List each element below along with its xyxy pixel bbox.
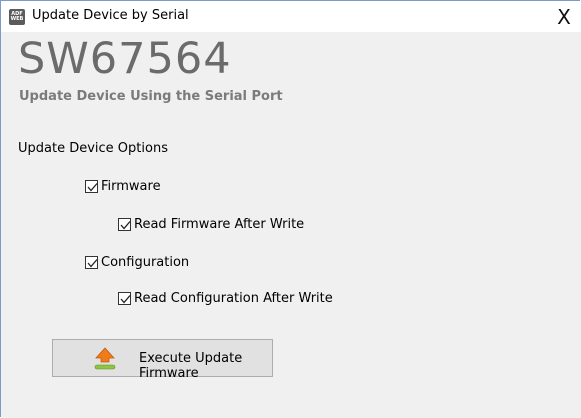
checkmark-icon (120, 294, 131, 303)
option-read-firmware[interactable]: Read Firmware After Write (118, 215, 304, 233)
read-firmware-label: Read Firmware After Write (134, 216, 305, 232)
option-read-configuration[interactable]: Read Configuration After Write (118, 289, 333, 307)
subtitle: Update Device Using the Serial Port (19, 89, 283, 104)
product-code: SW67564 (18, 34, 232, 84)
update-device-window: ADF WEB Update Device by Serial X SW6756… (0, 0, 581, 418)
adfweb-logo-icon: ADF WEB (9, 9, 25, 25)
option-configuration[interactable]: Configuration (85, 253, 189, 271)
execute-update-firmware-button[interactable]: Execute Update Firmware (52, 339, 273, 381)
upload-arrow-icon (94, 347, 116, 370)
read-firmware-checkbox[interactable] (118, 217, 131, 231)
options-group-label: Update Device Options (18, 141, 168, 156)
checkmark-icon (87, 182, 98, 191)
configuration-checkbox[interactable] (85, 255, 98, 269)
read-configuration-label: Read Configuration After Write (134, 290, 333, 306)
title-bar: ADF WEB Update Device by Serial X (1, 1, 581, 32)
execute-button-label[interactable]: Execute Update Firmware (139, 351, 272, 381)
window-title: Update Device by Serial (32, 8, 189, 23)
checkmark-icon (87, 258, 98, 267)
checkmark-icon (120, 220, 131, 229)
close-button[interactable]: X (547, 1, 581, 32)
firmware-checkbox[interactable] (85, 179, 98, 193)
read-configuration-checkbox[interactable] (118, 291, 131, 305)
logo-text-bottom: WEB (10, 16, 24, 22)
option-firmware[interactable]: Firmware (85, 177, 161, 195)
close-icon[interactable]: X (557, 5, 571, 29)
firmware-label: Firmware (101, 178, 161, 194)
configuration-label: Configuration (101, 254, 190, 270)
